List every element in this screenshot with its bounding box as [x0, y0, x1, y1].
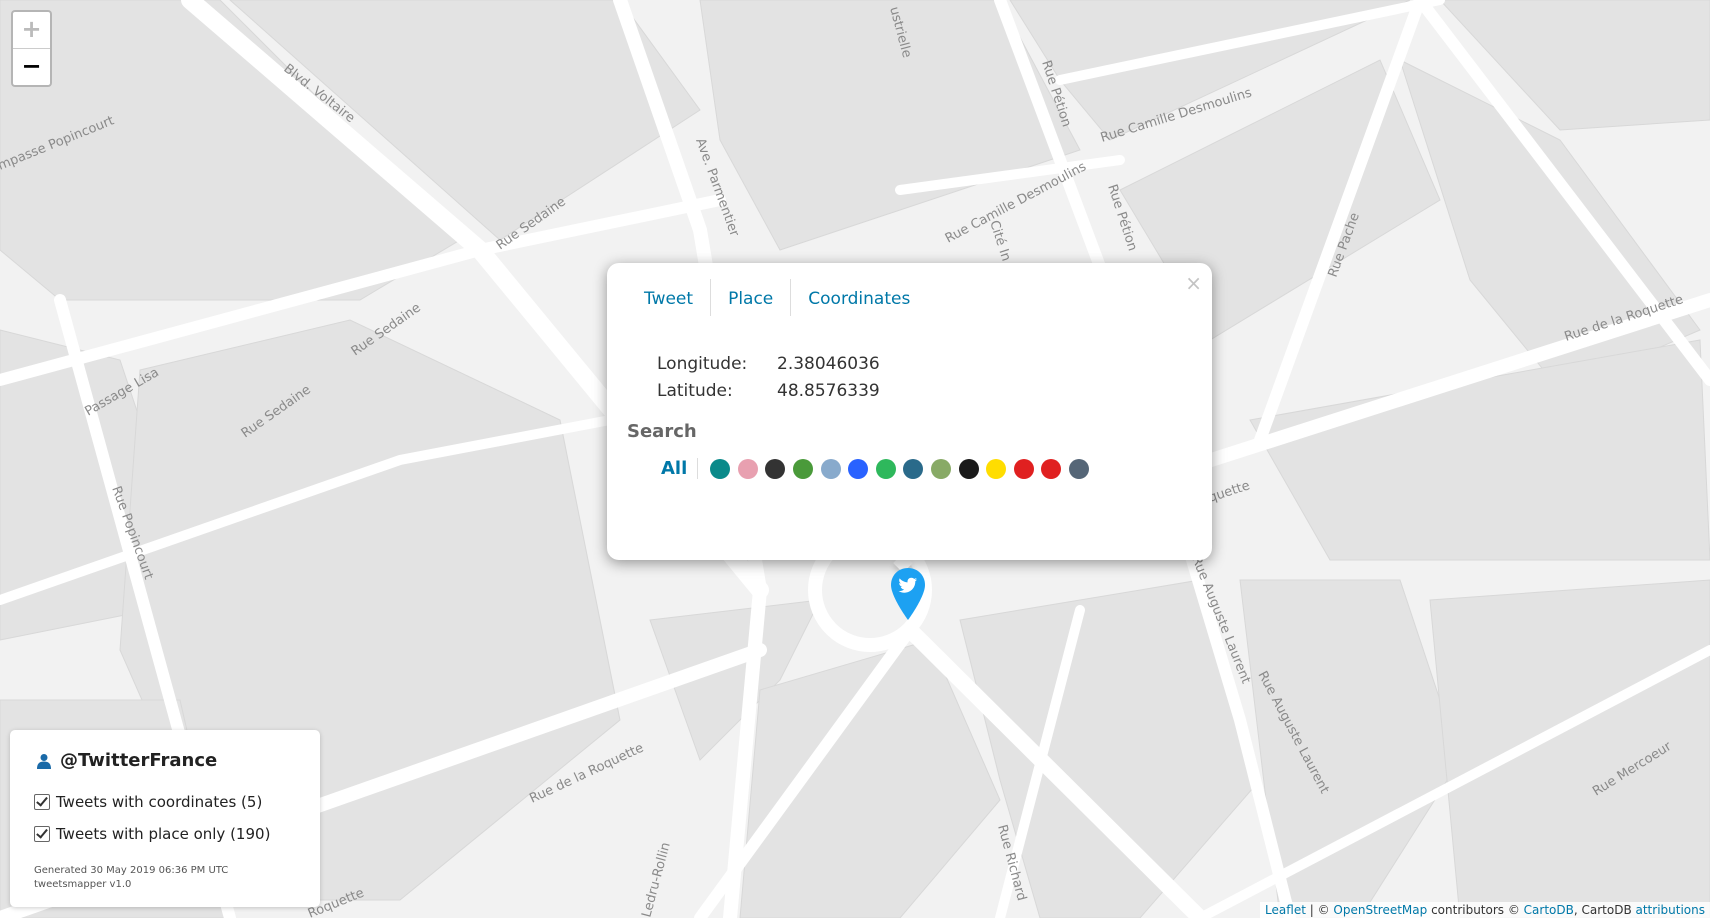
search-all-link[interactable]: All — [661, 458, 699, 479]
search-engine-icons — [710, 458, 1096, 479]
attribution-separator: | © — [1305, 903, 1334, 917]
earth-icon[interactable] — [1069, 458, 1089, 479]
tab-tweet[interactable]: Tweet — [627, 279, 712, 316]
red-moon-icon[interactable] — [1013, 458, 1034, 479]
legend-item-label: Tweets with place only (190) — [56, 825, 271, 843]
marker-popup: × Tweet Place Coordinates Longitude: 2.3… — [607, 263, 1212, 560]
leaflet-link[interactable]: Leaflet — [1265, 903, 1306, 917]
latitude-value: 48.8576339 — [777, 381, 880, 401]
latitude-label: Latitude: — [657, 381, 733, 401]
twitter-marker-icon[interactable] — [889, 566, 927, 622]
s-icon[interactable] — [958, 458, 979, 479]
legend-item-coordinates[interactable]: Tweets with coordinates (5) — [34, 793, 262, 811]
popup-tabs: Tweet Place Coordinates — [627, 279, 927, 316]
zoom-control: + − — [11, 10, 52, 87]
coordinates-checkbox[interactable] — [34, 794, 50, 810]
attribution-text: , CartoDB — [1573, 903, 1636, 917]
longitude-value: 2.38046036 — [777, 354, 880, 374]
globe-icon[interactable] — [820, 458, 841, 479]
legend-username: @TwitterFrance — [60, 750, 218, 771]
yellow-pin-icon[interactable] — [986, 458, 1007, 479]
legend-item-place[interactable]: Tweets with place only (190) — [34, 825, 270, 843]
generated-timestamp: Generated 30 May 2019 06:36 PM UTC — [34, 865, 229, 876]
map-photo-icon[interactable] — [903, 458, 924, 479]
tab-place[interactable]: Place — [711, 279, 792, 316]
google-maps-icon[interactable] — [793, 458, 814, 479]
bing-icon[interactable] — [710, 458, 731, 479]
search-title: Search — [627, 421, 697, 442]
longitude-label: Longitude: — [657, 354, 748, 374]
attributions-link[interactable]: attributions — [1636, 903, 1706, 917]
zoom-in-button[interactable]: + — [13, 12, 50, 48]
tab-coordinates[interactable]: Coordinates — [791, 279, 927, 316]
longitude-row: Longitude: 2.38046036 — [657, 354, 880, 381]
legend-user: @TwitterFrance — [36, 750, 217, 771]
legend-item-label: Tweets with coordinates (5) — [56, 793, 263, 811]
search-engines-row: All — [661, 458, 1097, 479]
openstreetmap-link[interactable]: OpenStreetMap — [1333, 903, 1427, 917]
here-icon[interactable] — [765, 458, 786, 479]
red-pin-icon[interactable] — [1041, 458, 1062, 479]
attribution-text: contributors © — [1427, 903, 1524, 917]
popup-close-button[interactable]: × — [1185, 271, 1202, 295]
attribution-bar: Leaflet | © OpenStreetMap contributors ©… — [1260, 902, 1710, 918]
blue-circle-icon[interactable] — [848, 458, 869, 479]
map-search-icon[interactable] — [931, 458, 952, 479]
version-label: tweetsmapper v1.0 — [34, 879, 132, 890]
green-circle-icon[interactable] — [875, 458, 896, 479]
latitude-row: Latitude: 48.8576339 — [657, 381, 880, 408]
user-icon — [37, 753, 51, 769]
legend-meta: Generated 30 May 2019 06:36 PM UTC tweet… — [34, 864, 228, 892]
coordinates-panel: Longitude: 2.38046036 Latitude: 48.85763… — [657, 354, 880, 408]
zoom-out-button[interactable]: − — [13, 48, 50, 85]
cartodb-link[interactable]: CartoDB — [1524, 903, 1574, 917]
legend-panel: @TwitterFrance Tweets with coordinates (… — [10, 730, 320, 907]
multicolor-blob-icon[interactable] — [737, 458, 758, 479]
place-checkbox[interactable] — [34, 826, 50, 842]
